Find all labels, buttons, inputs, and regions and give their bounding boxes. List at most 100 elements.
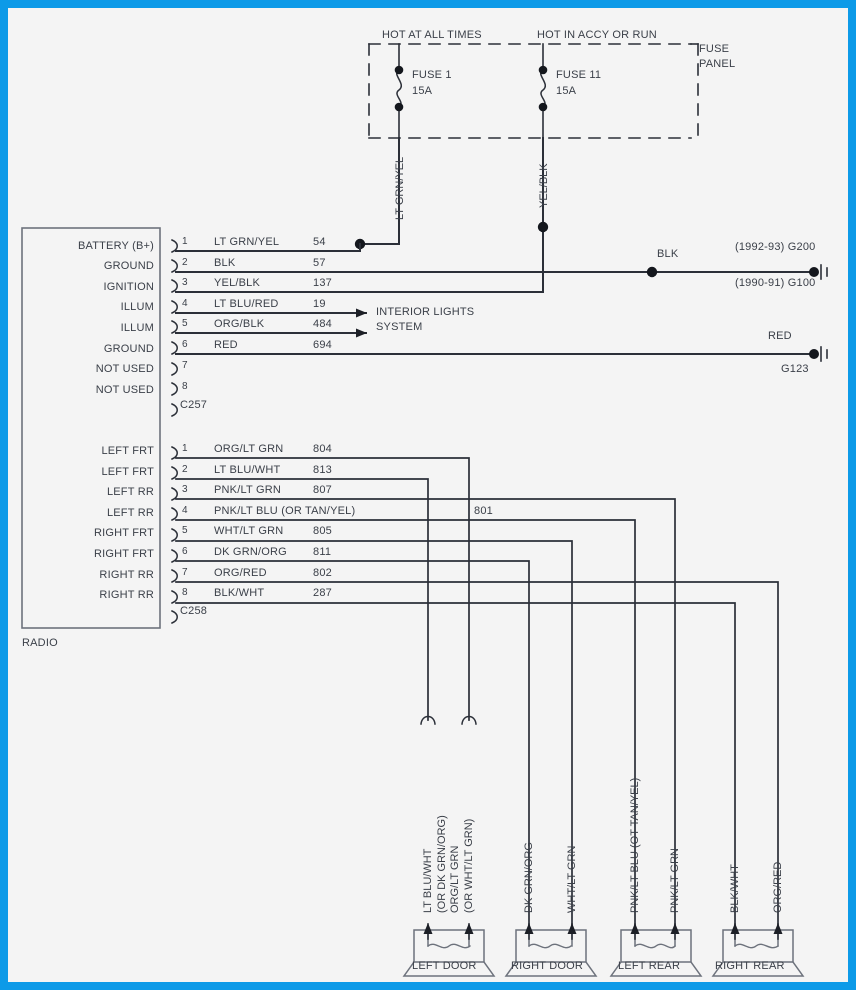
speaker-wire-label-right-door-2: WHT/LT GRN (566, 845, 578, 913)
c257-circuit-5: 484 (313, 318, 332, 330)
fuse-1-symbol (396, 43, 402, 139)
rail-label-hot-in-accy-or-run: HOT IN ACCY OR RUN (537, 29, 657, 41)
ground-wire-label-blk: BLK (657, 248, 679, 260)
speaker-wire-label-left-rear-2: PNK/LT GRN (669, 848, 681, 913)
ground-id-g100: (1990-91) G100 (735, 277, 816, 289)
c257-function-8: NOT USED (95, 384, 154, 396)
c258-function-6: RIGHT FRT (93, 548, 154, 560)
c257-function-2: GROUND (103, 260, 154, 272)
speaker-wire-label-right-rear-1: BLK/WHT (729, 864, 741, 913)
c258-function-4: LEFT RR (106, 507, 154, 519)
fuse-output-wires (359, 137, 544, 279)
c257-function-5: ILLUM (120, 322, 154, 334)
c258-pin-hooks (171, 446, 178, 624)
c258-circuit-5: 805 (313, 525, 332, 537)
c257-pin-hooks (171, 239, 178, 417)
fuse-11-rating: 15A (556, 85, 577, 97)
diagram-blue-border: HOT AT ALL TIMES HOT IN ACCY OR RUN FUSE… (0, 0, 856, 990)
c257-function-6: GROUND (103, 343, 154, 355)
speaker-name-left-rear: LEFT REAR (618, 960, 681, 972)
fuse-1-name: FUSE 1 (412, 69, 452, 81)
c258-pin-number-6: 6 (182, 546, 188, 557)
c257-pin-number-3: 3 (182, 277, 188, 288)
c258-function-3: LEFT RR (106, 486, 154, 498)
c258-circuit-8: 287 (313, 587, 332, 599)
ground-wire-label-red: RED (768, 330, 792, 342)
ground-id-g200: (1992-93) G200 (735, 241, 816, 253)
c258-wire-color-6: DK GRN/ORG (214, 546, 287, 558)
ground-id-g123: G123 (781, 363, 809, 375)
fuse-11-name: FUSE 11 (556, 69, 602, 81)
c257-pin-number-5: 5 (182, 318, 188, 329)
c257-pin-number-7: 7 (182, 360, 188, 371)
speaker-wire-label-left-door-1a: LT BLU/WHT (422, 848, 434, 913)
c257-pin-number-8: 8 (182, 381, 188, 392)
c257-wire-color-1: LT GRN/YEL (214, 236, 280, 248)
c258-wire-color-5: WHT/LT GRN (214, 525, 284, 537)
splice-dot-yelblk (537, 221, 549, 233)
c257-circuit-6: 694 (313, 339, 332, 351)
c257-pin-number-1: 1 (182, 236, 188, 247)
fuse-panel-label-line2: PANEL (699, 58, 736, 70)
c258-pin-number-4: 4 (182, 505, 188, 516)
speaker-name-left-door: LEFT DOOR (412, 960, 477, 972)
c258-circuit-6: 811 (313, 546, 332, 558)
speaker-wire-label-right-rear-2: ORG/RED (772, 861, 784, 913)
c257-circuit-1: 54 (313, 236, 326, 248)
c257-pin-number-2: 2 (182, 257, 188, 268)
c258-circuit-3: 807 (313, 484, 332, 496)
c258-circuit-2: 813 (313, 464, 332, 476)
c258-function-7: RIGHT RR (99, 569, 154, 581)
c257-circuit-2: 57 (313, 257, 326, 269)
speaker-wire-label-left-door-2a: ORG/LT GRN (449, 845, 461, 913)
ground-symbol-g123 (809, 346, 828, 362)
speaker-wire-label-left-door-1b: (OR DK GRN/ORG) (436, 815, 448, 913)
c258-pin-number-3: 3 (182, 484, 188, 495)
speaker-name-right-rear: RIGHT REAR (715, 960, 785, 972)
c258-wire-color-8: BLK/WHT (214, 587, 265, 599)
c258-pin-number-7: 7 (182, 567, 188, 578)
speaker-wire-label-left-door-2b: (OR WHT/LT GRN) (463, 818, 475, 913)
c257-function-4: ILLUM (120, 301, 154, 313)
radio-label: RADIO (22, 637, 58, 649)
destination-interior-lights: INTERIOR LIGHTS (376, 306, 475, 318)
wire-label-lt-grn-yel: LT GRN/YEL (394, 156, 406, 220)
c257-wire-color-3: YEL/BLK (214, 277, 261, 289)
c258-wire-color-4: PNK/LT BLU (OR TAN/YEL) (214, 505, 356, 517)
c258-wire-color-7: ORG/RED (214, 567, 267, 579)
c258-connector-id: C258 (180, 605, 208, 617)
c258-pin-number-1: 1 (182, 443, 188, 454)
c257-pin-number-6: 6 (182, 339, 188, 350)
c258-function-2: LEFT FRT (101, 466, 154, 478)
c257-circuit-4: 19 (313, 298, 326, 310)
c258-function-1: LEFT FRT (101, 445, 154, 457)
c257-wire-color-5: ORG/BLK (214, 318, 265, 330)
c258-function-5: RIGHT FRT (93, 527, 154, 539)
c258-pin-number-2: 2 (182, 464, 188, 475)
c258-function-8: RIGHT RR (99, 589, 154, 601)
speaker-wire-label-left-rear-1: PNK/LT BLU (OT TAN/YEL) (629, 777, 641, 913)
fuse-panel-label-line1: FUSE (699, 43, 730, 55)
rail-label-hot-at-all-times: HOT AT ALL TIMES (382, 29, 482, 41)
c257-pin-number-4: 4 (182, 298, 188, 309)
c258-circuit-1: 804 (313, 443, 332, 455)
c258-wire-color-2: LT BLU/WHT (214, 464, 281, 476)
c258-pin-number-8: 8 (182, 587, 188, 598)
fuse-11-symbol (540, 43, 546, 139)
c257-function-7: NOT USED (95, 363, 154, 375)
fuse-1-rating: 15A (412, 85, 433, 97)
c257-wire-color-2: BLK (214, 257, 236, 269)
wire-label-yel-blk: YEL/BLK (538, 163, 550, 208)
c257-wire-color-6: RED (214, 339, 238, 351)
destination-system: SYSTEM (376, 321, 423, 333)
splice-dot-blk (646, 266, 658, 278)
c257-function-1: BATTERY (B+) (77, 240, 154, 252)
speaker-wire-label-right-door-1: DK GRN/ORG (523, 842, 535, 913)
c257-connector-id: C257 (180, 399, 208, 411)
c257-wire-color-4: LT BLU/RED (214, 298, 279, 310)
c258-circuit-7: 802 (313, 567, 332, 579)
speaker-name-right-door: RIGHT DOOR (511, 960, 584, 972)
wiring-diagram-canvas: HOT AT ALL TIMES HOT IN ACCY OR RUN FUSE… (8, 8, 848, 982)
c258-wire-color-3: PNK/LT GRN (214, 484, 281, 496)
c257-circuit-3: 137 (313, 277, 332, 289)
